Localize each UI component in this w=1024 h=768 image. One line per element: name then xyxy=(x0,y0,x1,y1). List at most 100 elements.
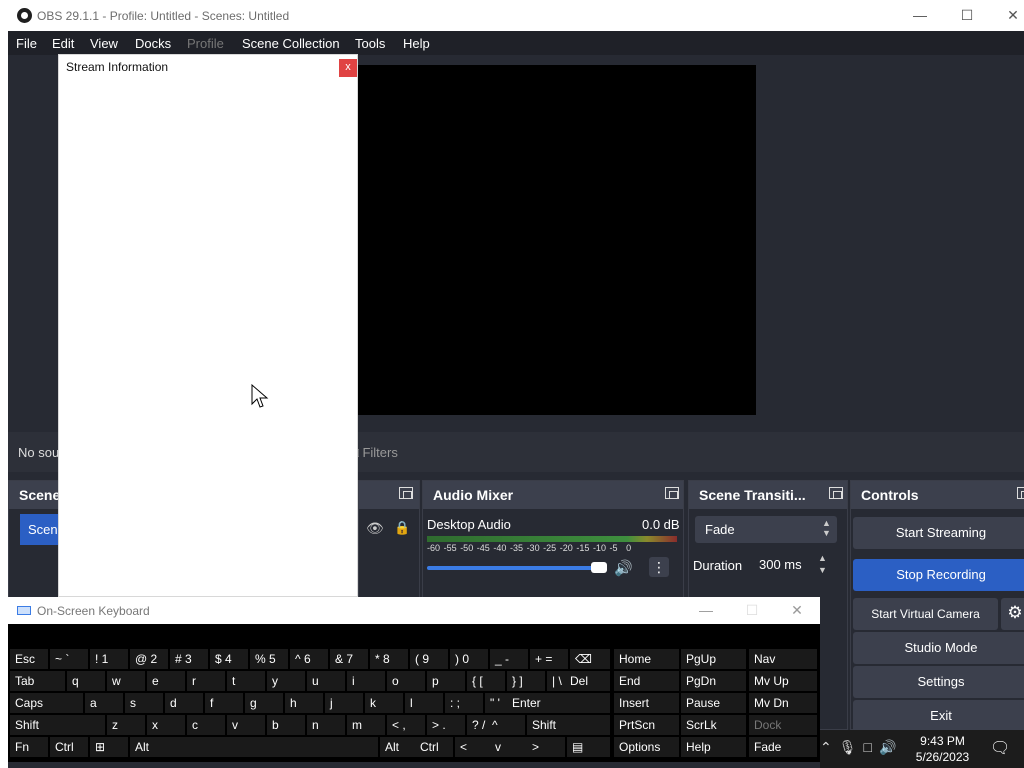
osk-key[interactable]: $ 4 xyxy=(210,649,248,669)
osk-key[interactable]: e xyxy=(147,671,185,691)
osk-key[interactable]: _ - xyxy=(490,649,528,669)
volume-slider[interactable] xyxy=(427,566,597,570)
osk-key[interactable]: ~ ` xyxy=(50,649,88,669)
microphone-icon[interactable]: 🎙 xyxy=(839,739,864,755)
osk-key[interactable]: v xyxy=(227,715,265,735)
osk-key[interactable]: v xyxy=(490,737,528,757)
osk-key[interactable]: Esc xyxy=(10,649,48,669)
minimize-icon[interactable]: — xyxy=(692,600,720,620)
osk-nav-key[interactable]: Fade xyxy=(749,737,817,757)
osk-key[interactable]: < xyxy=(455,737,493,757)
osk-key[interactable]: { [ xyxy=(467,671,505,691)
osk-key[interactable]: Del xyxy=(565,671,610,691)
osk-key[interactable]: > . xyxy=(427,715,465,735)
osk-key[interactable]: * 8 xyxy=(370,649,408,669)
osk-key[interactable]: o xyxy=(387,671,425,691)
osk-key[interactable]: Ctrl xyxy=(415,737,453,757)
transition-select[interactable]: Fade xyxy=(695,516,837,543)
osk-nav-key[interactable]: PgDn xyxy=(681,671,746,691)
osk-nav-key[interactable]: Nav xyxy=(749,649,817,669)
menu-help[interactable]: Help xyxy=(403,36,430,51)
osk-key[interactable]: < , xyxy=(387,715,425,735)
stop-recording-button[interactable]: Stop Recording xyxy=(853,559,1024,591)
osk-key[interactable]: : ; xyxy=(445,693,483,713)
exit-button[interactable]: Exit xyxy=(853,700,1024,732)
osk-nav-key[interactable]: PgUp xyxy=(681,649,746,669)
visibility-eye-icon[interactable]: 👁 xyxy=(366,520,384,537)
osk-key[interactable]: h xyxy=(285,693,323,713)
osk-key[interactable]: l xyxy=(405,693,443,713)
osk-nav-key[interactable]: Help xyxy=(681,737,746,757)
osk-nav-key[interactable]: Options xyxy=(614,737,679,757)
filters-button[interactable]: □ Filters xyxy=(351,445,398,460)
gear-icon[interactable]: ⚙ xyxy=(1001,598,1024,630)
notification-icon[interactable]: 🗨 xyxy=(990,738,1010,758)
maximize-icon[interactable]: ☐ xyxy=(952,5,982,25)
osk-key[interactable]: Alt xyxy=(380,737,418,757)
osk-key[interactable]: r xyxy=(187,671,225,691)
osk-key[interactable]: Caps xyxy=(10,693,83,713)
osk-key[interactable]: f xyxy=(205,693,243,713)
menu-view[interactable]: View xyxy=(90,36,118,51)
osk-key[interactable]: d xyxy=(165,693,203,713)
osk-nav-key[interactable]: PrtScn xyxy=(614,715,679,735)
osk-key[interactable]: @ 2 xyxy=(130,649,168,669)
osk-key[interactable]: z xyxy=(107,715,145,735)
osk-key[interactable]: ▤ xyxy=(567,737,610,757)
osk-key[interactable]: p xyxy=(427,671,465,691)
osk-key[interactable]: > xyxy=(527,737,565,757)
osk-nav-key[interactable]: Pause xyxy=(681,693,746,713)
speaker-icon[interactable]: 🔊 xyxy=(614,559,633,577)
osk-key[interactable]: m xyxy=(347,715,385,735)
undock-icon[interactable] xyxy=(399,487,413,499)
osk-key[interactable]: Fn xyxy=(10,737,48,757)
osk-nav-key[interactable]: Mv Dn xyxy=(749,693,817,713)
volume-slider-handle[interactable] xyxy=(591,562,607,573)
osk-nav-key[interactable]: Home xyxy=(614,649,679,669)
osk-key[interactable]: n xyxy=(307,715,345,735)
menu-tools[interactable]: Tools xyxy=(355,36,385,51)
osk-nav-key[interactable]: Dock xyxy=(749,715,817,735)
osk-nav-key[interactable]: Insert xyxy=(614,693,679,713)
maximize-icon[interactable]: ☐ xyxy=(738,600,766,620)
clock[interactable]: 9:43 PM 5/26/2023 xyxy=(910,733,975,765)
osk-key[interactable]: ⊞ xyxy=(90,737,128,757)
osk-key[interactable]: Enter xyxy=(507,693,610,713)
minimize-icon[interactable]: — xyxy=(905,5,935,25)
menu-scene-collection[interactable]: Scene Collection xyxy=(242,36,340,51)
undock-icon[interactable] xyxy=(665,487,679,499)
osk-key[interactable]: Shift xyxy=(527,715,610,735)
osk-key[interactable]: w xyxy=(107,671,145,691)
osk-key[interactable]: % 5 xyxy=(250,649,288,669)
osk-key[interactable]: Shift xyxy=(10,715,105,735)
osk-key[interactable]: ! 1 xyxy=(90,649,128,669)
osk-key[interactable]: & 7 xyxy=(330,649,368,669)
osk-key[interactable]: ^ xyxy=(487,715,525,735)
osk-key[interactable]: ⌫ xyxy=(570,649,610,669)
osk-key[interactable]: j xyxy=(325,693,363,713)
osk-key[interactable]: + = xyxy=(530,649,568,669)
start-streaming-button[interactable]: Start Streaming xyxy=(853,517,1024,549)
osk-key[interactable]: b xyxy=(267,715,305,735)
osk-key[interactable]: k xyxy=(365,693,403,713)
undock-icon[interactable] xyxy=(1017,487,1024,499)
menu-file[interactable]: File xyxy=(16,36,37,51)
osk-key[interactable]: } ] xyxy=(507,671,545,691)
volume-icon[interactable]: 🔊 xyxy=(879,739,903,755)
studio-mode-button[interactable]: Studio Mode xyxy=(853,632,1024,664)
spin-arrows-icon[interactable]: ▲ ▼ xyxy=(818,552,827,576)
osk-key[interactable]: q xyxy=(67,671,105,691)
osk-nav-key[interactable]: Mv Up xyxy=(749,671,817,691)
osk-key[interactable]: ^ 6 xyxy=(290,649,328,669)
osk-key[interactable]: i xyxy=(347,671,385,691)
stream-info-close-button[interactable]: x xyxy=(339,59,357,77)
osk-key[interactable]: Tab xyxy=(10,671,65,691)
menu-profile[interactable]: Profile xyxy=(187,36,224,51)
close-icon[interactable]: ✕ xyxy=(998,5,1024,25)
osk-key[interactable]: Ctrl xyxy=(50,737,88,757)
virtual-camera-button[interactable]: Start Virtual Camera xyxy=(853,598,998,630)
osk-key[interactable]: s xyxy=(125,693,163,713)
menu-edit[interactable]: Edit xyxy=(52,36,74,51)
osk-key[interactable]: # 3 xyxy=(170,649,208,669)
osk-key[interactable]: u xyxy=(307,671,345,691)
